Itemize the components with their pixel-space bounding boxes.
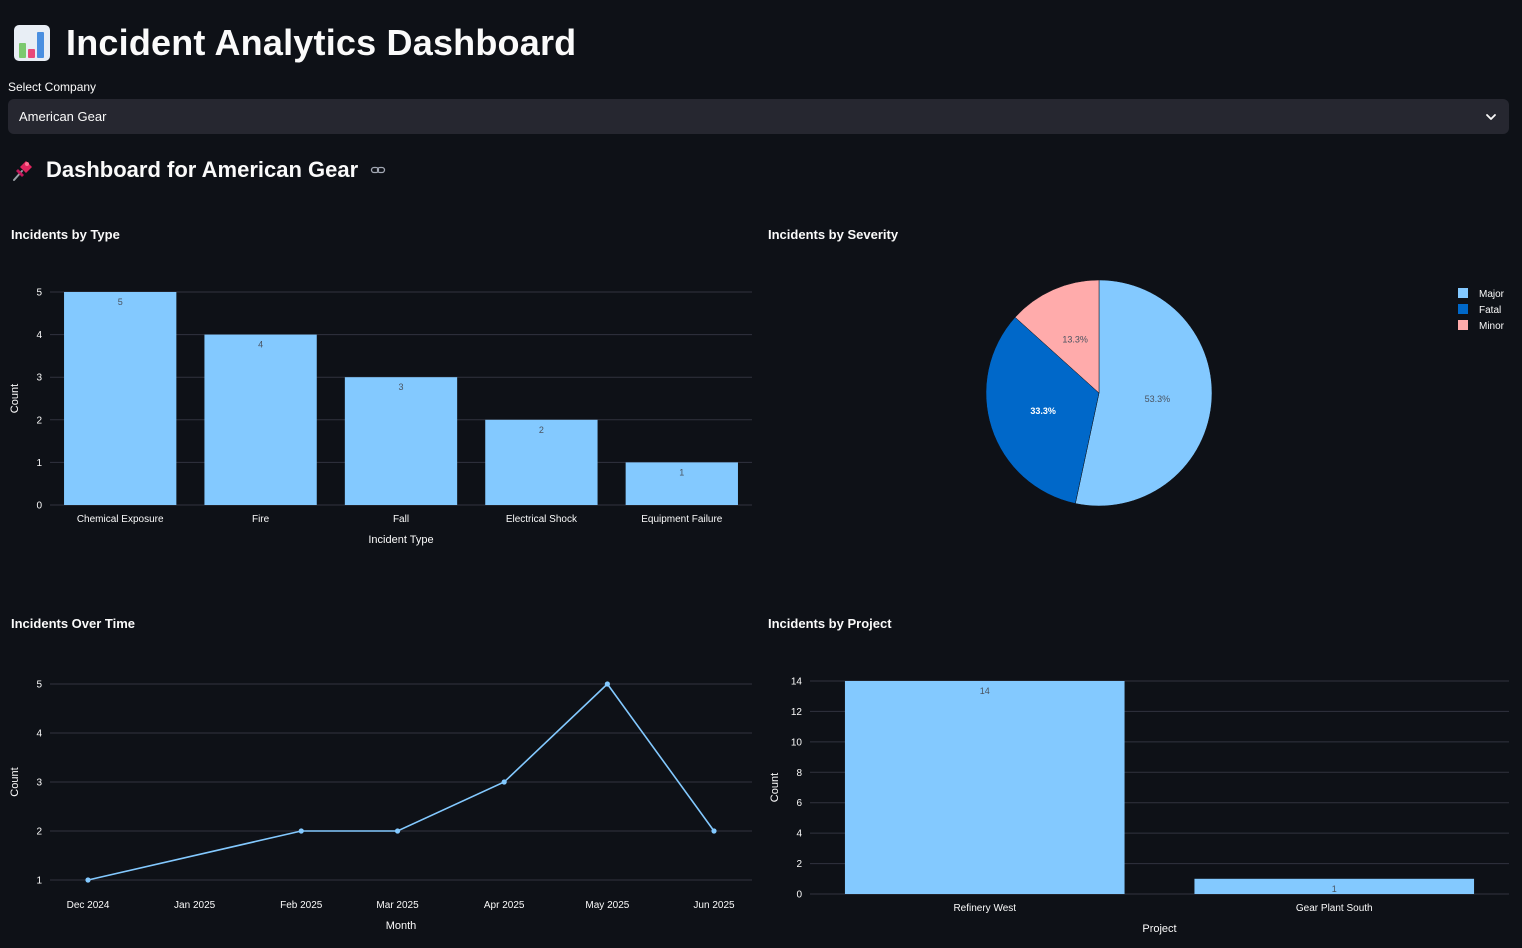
x-tick-label: Gear Plant South — [1296, 903, 1373, 914]
y-tick-label: 4 — [36, 330, 42, 341]
company-select[interactable]: American Gear — [8, 99, 1509, 134]
legend-swatch — [1458, 288, 1468, 298]
chevron-down-icon — [1486, 113, 1496, 120]
x-tick-label: Fire — [252, 514, 270, 525]
chart-title-type: Incidents by Type — [11, 227, 120, 242]
x-tick-label: Chemical Exposure — [77, 514, 164, 525]
bar — [204, 334, 317, 505]
bar — [344, 377, 458, 505]
x-tick-label: Feb 2025 — [280, 900, 323, 911]
chart-title-project: Incidents by Project — [768, 616, 892, 631]
x-tick-label: Electrical Shock — [506, 514, 578, 525]
slice-value-label: 33.3% — [1030, 406, 1056, 416]
bar — [64, 292, 177, 505]
incidents-by-type-chart: 0 1 2 3 4 5 Count 5 Chemical Exposure 4 Fire 3 Fall 2… — [9, 288, 752, 546]
y-tick-label: 2 — [796, 859, 802, 870]
page-title: Incident Analytics Dashboard — [66, 22, 577, 63]
y-tick-label: 0 — [36, 501, 42, 512]
legend-swatch — [1458, 320, 1468, 330]
x-axis-label: Month — [386, 920, 417, 932]
y-tick-label: 0 — [796, 890, 802, 901]
dashboard-title: Dashboard for American Gear — [46, 157, 359, 182]
legend-swatch — [1458, 304, 1468, 314]
x-tick-label: Jan 2025 — [174, 900, 216, 911]
incidents-by-severity-chart: 53.3% 33.3% 13.3% Major Fatal Minor — [985, 279, 1505, 507]
bar-chart-icon — [14, 25, 50, 61]
y-tick-label: 2 — [36, 415, 42, 426]
data-point — [394, 828, 401, 834]
x-axis-label: Incident Type — [368, 534, 433, 546]
y-axis-label: Count — [769, 773, 781, 802]
legend-label: Major — [1479, 289, 1505, 300]
y-tick-label: 1 — [36, 458, 42, 469]
incidents-over-time-chart: 1 2 3 4 5 Count Dec 2024 Jan 2025 Feb 2025 Mar 20… — [9, 680, 752, 932]
y-tick-label: 5 — [36, 288, 42, 299]
y-tick-label: 4 — [36, 729, 42, 740]
x-tick-label: Equipment Failure — [641, 514, 723, 525]
x-tick-label: Apr 2025 — [484, 900, 525, 911]
x-tick-label: Refinery West — [953, 903, 1016, 914]
slice-value-label: 13.3% — [1062, 334, 1088, 344]
x-tick-label: Jun 2025 — [693, 900, 735, 911]
data-point — [711, 828, 717, 834]
legend-label: Minor — [1479, 321, 1505, 332]
x-tick-label: Dec 2024 — [67, 900, 110, 911]
slice-value-label: 53.3% — [1145, 394, 1171, 404]
bar-value-label: 2 — [539, 425, 544, 435]
y-tick-label: 12 — [791, 707, 803, 718]
data-point — [604, 681, 610, 687]
dashboard-subheader: Dashboard for American Gear — [10, 157, 386, 183]
bar-value-label: 1 — [1332, 884, 1337, 894]
bar-value-label: 1 — [679, 467, 684, 477]
app-header: Incident Analytics Dashboard — [12, 22, 576, 64]
y-tick-label: 3 — [36, 778, 42, 789]
y-tick-label: 6 — [796, 798, 802, 809]
select-company-label: Select Company — [8, 80, 97, 94]
data-point — [298, 828, 304, 834]
chart-title-time: Incidents Over Time — [11, 616, 136, 631]
chart-title-severity: Incidents by Severity — [768, 227, 899, 242]
y-tick-label: 8 — [796, 768, 802, 779]
x-axis-label: Project — [1142, 923, 1176, 935]
y-axis-label: Count — [9, 767, 21, 796]
x-tick-label: May 2025 — [585, 900, 629, 911]
bar-value-label: 14 — [980, 686, 990, 696]
y-axis-label: Count — [9, 384, 21, 413]
data-point — [85, 877, 91, 883]
y-tick-label: 14 — [791, 677, 803, 688]
y-tick-label: 1 — [36, 876, 42, 887]
legend: Major Fatal Minor — [1458, 288, 1505, 332]
legend-label: Fatal — [1479, 305, 1501, 316]
incidents-by-project-chart: 0 2 4 6 8 10 12 14 Count 14 Refinery West 1 Gear Pla… — [769, 677, 1509, 935]
y-tick-label: 4 — [796, 829, 802, 840]
data-point — [501, 779, 507, 785]
x-tick-label: Mar 2025 — [376, 900, 419, 911]
pushpin-icon — [13, 161, 32, 181]
y-tick-label: 5 — [36, 680, 42, 691]
company-select-value: American Gear — [19, 109, 107, 124]
bar-value-label: 3 — [398, 382, 403, 392]
x-tick-label: Fall — [393, 514, 409, 525]
y-tick-label: 2 — [36, 827, 42, 838]
y-tick-label: 10 — [791, 737, 803, 748]
bar-value-label: 4 — [258, 340, 263, 350]
bar — [844, 681, 1125, 894]
bar-value-label: 5 — [118, 297, 123, 307]
y-tick-label: 3 — [36, 373, 42, 384]
link-icon[interactable] — [370, 162, 386, 178]
